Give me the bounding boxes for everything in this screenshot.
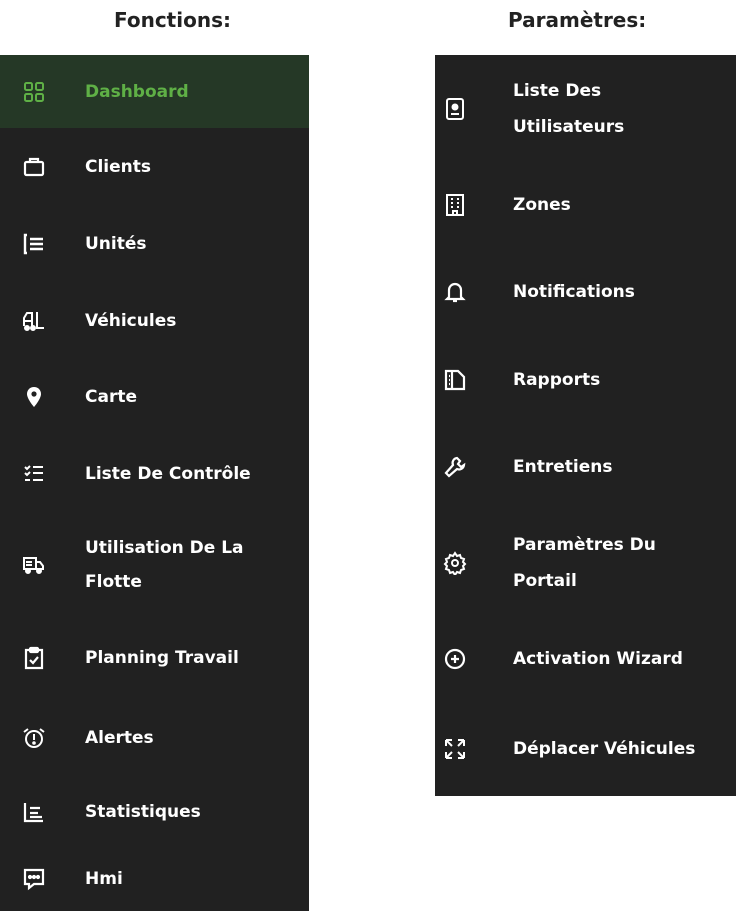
chat-icon [22,867,46,891]
nav-item-unites[interactable]: Unités [0,205,309,282]
dashboard-icon [22,80,46,104]
id-badge-icon [443,97,467,121]
nav-item-label: Entretiens [513,456,613,477]
nav-item-label: Statistiques [85,801,201,822]
nav-item-liste-utilisateurs[interactable]: Liste Des Utilisateurs [435,55,736,163]
nav-item-label: Carte [85,387,137,407]
nav-item-zones[interactable]: Zones [435,163,736,247]
alarm-icon [22,726,46,750]
briefcase-icon [22,155,46,179]
nav-item-dashboard[interactable]: Dashboard [0,55,309,128]
report-icon [443,368,467,392]
checklist-icon [22,462,46,486]
nav-item-parametres-portail[interactable]: Paramètres Du Portail [435,510,736,616]
plus-circle-icon [443,647,467,671]
nav-item-statistiques[interactable]: Statistiques [0,776,309,847]
clipboard-check-icon [22,646,46,670]
nav-item-label: Hmi [85,869,123,889]
wrench-icon [443,455,467,479]
map-pin-icon [22,385,46,409]
nav-item-label: Paramètres Du Portail [513,535,656,591]
list-icon [22,232,46,256]
nav-item-label: Activation Wizard [513,648,683,669]
nav-item-label: Notifications [513,281,635,302]
nav-item-planning-travail[interactable]: Planning Travail [0,617,309,699]
nav-item-label: Alertes [85,727,154,748]
nav-item-alertes[interactable]: Alertes [0,699,309,776]
nav-item-label: Utilisation De La Flotte [85,537,244,592]
nav-item-label: Déplacer Véhicules [513,738,696,759]
nav-item-clients[interactable]: Clients [0,128,309,205]
nav-item-activation-wizard[interactable]: Activation Wizard [435,616,736,701]
nav-item-carte[interactable]: Carte [0,359,309,435]
nav-item-label: Planning Travail [85,648,239,668]
nav-item-label: Liste Des Utilisateurs [513,81,625,137]
forklift-icon [22,309,46,333]
parametres-sidebar: Liste Des Utilisateurs Zones Notificatio… [435,55,736,796]
nav-item-label: Clients [85,156,152,177]
move-icon [443,737,467,761]
nav-item-label: Zones [513,195,571,215]
building-icon [443,193,467,217]
nav-item-label: Unités [85,233,147,254]
nav-item-label: Véhicules [85,310,177,331]
gear-icon [443,551,467,575]
nav-item-deplacer-vehicules[interactable]: Déplacer Véhicules [435,701,736,796]
nav-item-label: Liste De Contrôle [85,463,251,484]
truck-icon [22,553,46,577]
nav-item-label: Rapports [513,369,601,390]
nav-item-vehicules[interactable]: Véhicules [0,282,309,359]
fonctions-sidebar: Dashboard Clients Unités Véhicules Carte… [0,55,309,911]
bell-icon [443,280,467,304]
nav-item-liste-controle[interactable]: Liste De Contrôle [0,435,309,512]
nav-item-rapports[interactable]: Rapports [435,336,736,423]
bar-chart-icon [22,800,46,824]
nav-item-label: Dashboard [85,81,189,102]
nav-item-utilisation-flotte[interactable]: Utilisation De La Flotte [0,512,309,617]
nav-item-hmi[interactable]: Hmi [0,847,309,911]
nav-item-notifications[interactable]: Notifications [435,247,736,336]
nav-item-entretiens[interactable]: Entretiens [435,423,736,510]
parametres-title: Paramètres: [508,8,647,32]
fonctions-title: Fonctions: [114,8,231,32]
